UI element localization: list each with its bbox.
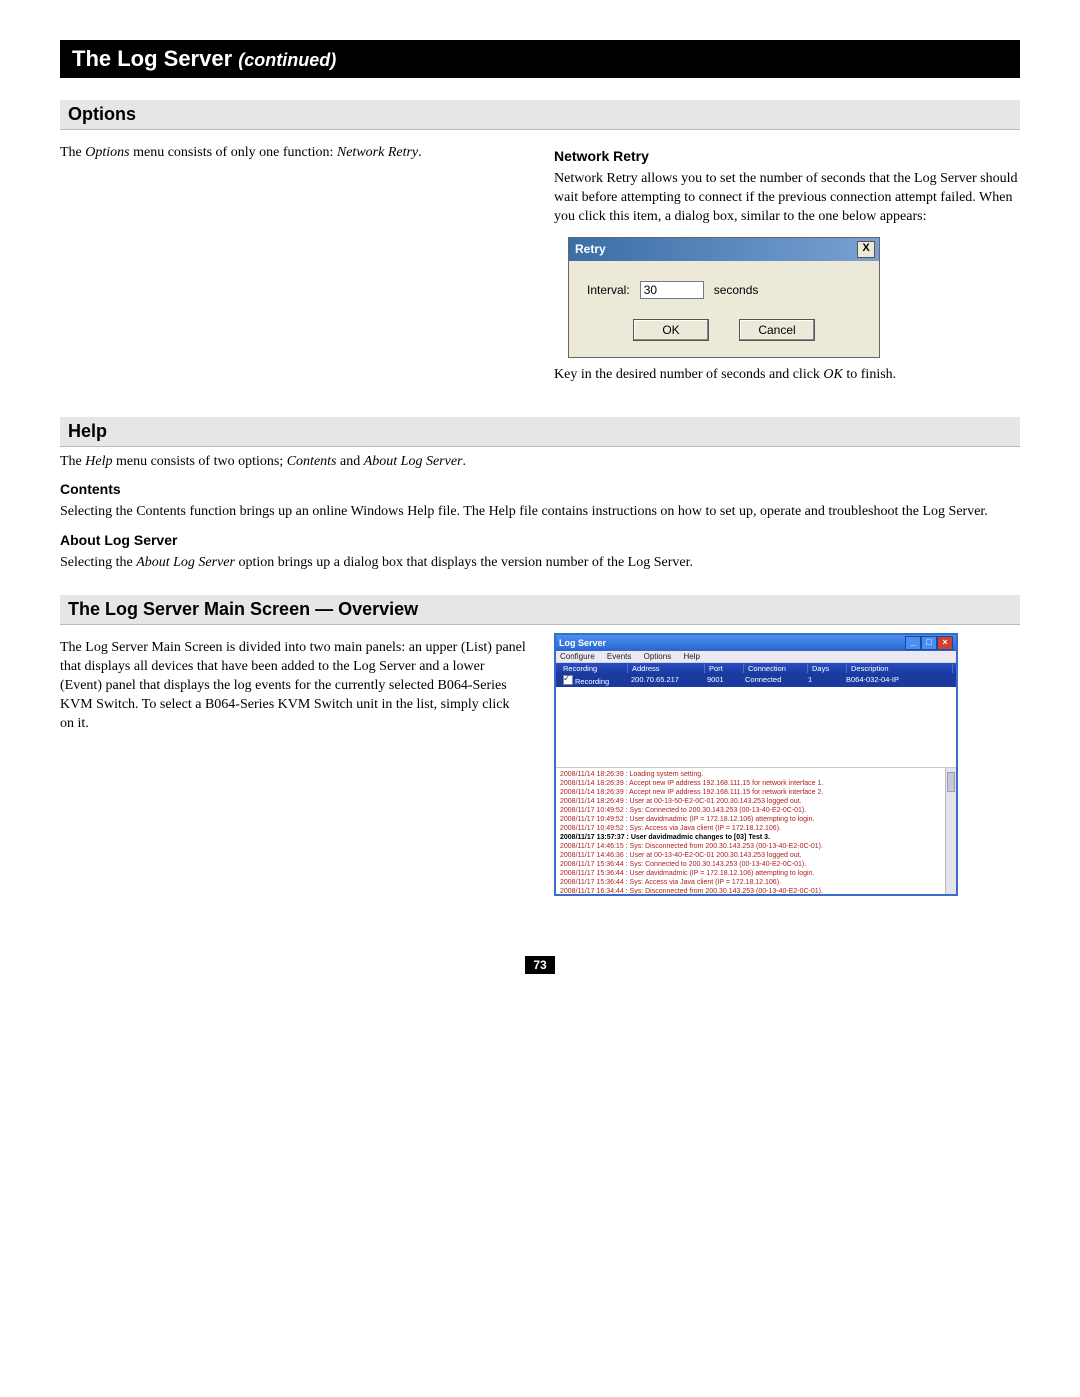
page-title-continued: (continued) bbox=[238, 50, 336, 70]
logserver-menubar: Configure Events Options Help bbox=[556, 651, 956, 663]
main-body: The Log Server Main Screen is divided in… bbox=[60, 639, 526, 733]
retry-dialog: Retry X Interval: seconds OK Cancel bbox=[568, 237, 880, 358]
main-two-column: The Log Server Main Screen is divided in… bbox=[60, 633, 1020, 896]
col-days[interactable]: Days bbox=[808, 664, 847, 673]
window-controls: _ □ × bbox=[905, 636, 953, 650]
options-two-column: The Options menu consists of only one fu… bbox=[60, 138, 1020, 395]
event-row: 2008/11/17 10:49:52 : User davidmadmic (… bbox=[560, 815, 952, 824]
logserver-title: Log Server bbox=[559, 638, 606, 648]
event-row: 2008/11/17 14:46:15 : Sys: Disconnected … bbox=[560, 842, 952, 851]
list-panel-empty bbox=[556, 687, 956, 768]
col-port[interactable]: Port bbox=[705, 664, 744, 673]
options-intro: The Options menu consists of only one fu… bbox=[60, 144, 526, 163]
event-row: 2008/11/17 13:57:37 : User davidmadmic c… bbox=[560, 833, 952, 842]
list-panel-header: Recording Address Port Connection Days D… bbox=[556, 663, 956, 674]
row-description: B064-032-04-IP bbox=[842, 674, 953, 687]
event-row: 2008/11/17 15:36:44 : User davidmadmic (… bbox=[560, 869, 952, 878]
row-days: 1 bbox=[804, 674, 842, 687]
scrollbar-thumb[interactable] bbox=[947, 772, 955, 792]
page-title-bar: The Log Server (continued) bbox=[60, 40, 1020, 78]
network-retry-body: Network Retry allows you to set the numb… bbox=[554, 170, 1020, 227]
interval-label: Interval: bbox=[587, 283, 630, 297]
checkbox-icon bbox=[563, 675, 573, 685]
col-recording[interactable]: Recording bbox=[559, 664, 628, 673]
col-address[interactable]: Address bbox=[628, 664, 705, 673]
interval-input[interactable] bbox=[640, 281, 704, 299]
about-heading: About Log Server bbox=[60, 532, 1020, 548]
help-intro: The Help menu consists of two options; C… bbox=[60, 453, 1020, 472]
menu-configure[interactable]: Configure bbox=[560, 652, 595, 661]
event-row: 2008/11/14 18:26:39 : Accept new IP addr… bbox=[560, 788, 952, 797]
event-row: 2008/11/17 10:49:52 : Sys: Connected to … bbox=[560, 806, 952, 815]
event-row: 2008/11/14 18:26:39 : Loading system set… bbox=[560, 770, 952, 779]
close-icon[interactable]: X bbox=[857, 241, 875, 258]
retry-dialog-titlebar: Retry X bbox=[569, 238, 879, 261]
menu-options[interactable]: Options bbox=[644, 652, 672, 661]
event-row: 2008/11/14 18:26:49 : User at 00-13-50-E… bbox=[560, 797, 952, 806]
minimize-icon[interactable]: _ bbox=[905, 636, 921, 650]
ok-button[interactable]: OK bbox=[633, 319, 709, 341]
event-panel: 2008/11/14 18:26:39 : Loading system set… bbox=[556, 768, 956, 894]
options-left-col: The Options menu consists of only one fu… bbox=[60, 138, 526, 395]
options-right-col: Network Retry Network Retry allows you t… bbox=[554, 138, 1020, 395]
list-row[interactable]: Recording 200.70.65.217 9001 Connected 1… bbox=[556, 674, 956, 687]
menu-help[interactable]: Help bbox=[683, 652, 699, 661]
col-description[interactable]: Description bbox=[847, 664, 953, 673]
row-port: 9001 bbox=[703, 674, 741, 687]
section-heading-options: Options bbox=[60, 100, 1020, 130]
maximize-icon[interactable]: □ bbox=[921, 636, 937, 650]
event-row: 2008/11/17 15:36:44 : Sys: Connected to … bbox=[560, 860, 952, 869]
event-row: 2008/11/17 16:34:44 : Sys: Disconnected … bbox=[560, 887, 952, 894]
row-recording: Recording bbox=[559, 674, 627, 687]
row-address: 200.70.65.217 bbox=[627, 674, 703, 687]
main-right-col: Log Server _ □ × Configure Events Option… bbox=[554, 633, 1020, 896]
seconds-label: seconds bbox=[714, 283, 759, 297]
event-row: 2008/11/14 18:26:39 : Accept new IP addr… bbox=[560, 779, 952, 788]
section-heading-help: Help bbox=[60, 417, 1020, 447]
contents-heading: Contents bbox=[60, 481, 1020, 497]
logserver-window: Log Server _ □ × Configure Events Option… bbox=[554, 633, 958, 896]
logserver-titlebar: Log Server _ □ × bbox=[556, 635, 956, 651]
network-retry-footer: Key in the desired number of seconds and… bbox=[554, 366, 1020, 385]
menu-events[interactable]: Events bbox=[607, 652, 631, 661]
page-number-badge: 73 bbox=[525, 956, 554, 974]
event-row: 2008/11/17 10:49:52 : Sys: Access via Ja… bbox=[560, 824, 952, 833]
event-row: 2008/11/17 15:36:44 : Sys: Access via Ja… bbox=[560, 878, 952, 887]
network-retry-heading: Network Retry bbox=[554, 148, 1020, 164]
about-body: Selecting the About Log Server option br… bbox=[60, 554, 1020, 573]
row-connection: Connected bbox=[741, 674, 804, 687]
close-icon[interactable]: × bbox=[937, 636, 953, 650]
page-number: 73 bbox=[60, 956, 1020, 974]
col-connection[interactable]: Connection bbox=[744, 664, 808, 673]
retry-dialog-title: Retry bbox=[575, 242, 857, 256]
event-row: 2008/11/17 14:46:36 : User at 00-13-40-E… bbox=[560, 851, 952, 860]
retry-dialog-body: Interval: seconds bbox=[569, 261, 879, 313]
section-heading-main: The Log Server Main Screen — Overview bbox=[60, 595, 1020, 625]
page-title: The Log Server bbox=[72, 46, 232, 71]
cancel-button[interactable]: Cancel bbox=[739, 319, 815, 341]
scrollbar[interactable] bbox=[945, 768, 956, 894]
main-left-col: The Log Server Main Screen is divided in… bbox=[60, 633, 526, 896]
contents-body: Selecting the Contents function brings u… bbox=[60, 503, 1020, 522]
retry-dialog-buttons: OK Cancel bbox=[569, 313, 879, 357]
